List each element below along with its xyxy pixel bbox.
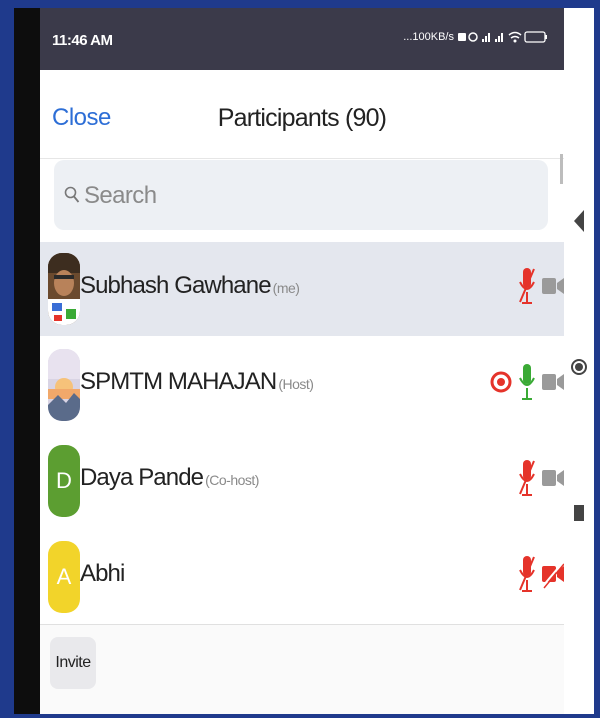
participant-name-text: SPMTM MAHAJAN [80,368,277,395]
participant-role: (Co-host) [205,472,259,488]
video-off-icon[interactable] [542,362,564,407]
record-icon [490,362,512,407]
home-nav-icon[interactable] [570,356,588,383]
participant-row[interactable]: A Abhi [40,530,564,624]
page-title: Participants (90) [217,104,387,132]
navigation-bar [564,8,594,714]
participant-name: Subhash Gawhane (me) [80,272,300,300]
device-bezel [14,8,40,714]
avatar [48,253,80,325]
search-bar[interactable] [54,160,548,230]
status-bar: 11:46 AM ...100KB/s [40,8,564,70]
frame-left-border [0,0,14,718]
participant-role: (Host) [278,376,314,392]
status-indicators: ...100KB/s [403,30,550,44]
frame-top-border [0,0,600,8]
participant-row[interactable]: SPMTM MAHAJAN (Host) [40,338,564,432]
frame-right-border [594,0,600,718]
participant-name: Daya Pande (Co-host) [80,464,259,492]
participant-name-text: Abhi [80,560,125,587]
status-icons [458,30,550,44]
video-off-icon[interactable] [542,266,564,311]
video-off-icon[interactable] [542,458,564,503]
avatar [48,349,80,421]
recents-nav-icon[interactable] [573,504,585,527]
participant-role: (me) [272,280,300,296]
scrollbar[interactable] [560,154,563,184]
footer-bar: Invite [40,624,564,714]
mic-icon[interactable] [518,362,536,407]
participant-status-icons [490,362,564,407]
participant-name-text: Subhash Gawhane [80,272,272,299]
mic-muted-icon[interactable] [518,266,536,311]
participant-name: Abhi [80,560,126,588]
mic-muted-icon[interactable] [518,458,536,503]
participant-status-icons [518,266,564,311]
avatar: A [48,541,80,613]
participant-status-icons [518,554,564,599]
video-muted-icon[interactable] [542,554,564,599]
participant-name: SPMTM MAHAJAN (Host) [80,368,314,396]
participant-row[interactable]: Subhash Gawhane (me) [40,242,564,336]
participant-status-icons [518,458,564,503]
back-nav-icon[interactable] [574,210,584,237]
participant-name-text: Daya Pande [80,464,204,491]
invite-button[interactable]: Invite [50,637,96,689]
status-time: 11:46 AM [52,32,113,49]
search-icon [64,186,80,209]
mic-muted-icon[interactable] [518,554,536,599]
participants-header: Close Participants (90) [40,70,564,159]
frame-bottom-border [0,714,600,718]
avatar: D [48,445,80,517]
search-input[interactable] [82,176,526,216]
phone-screen: 11:46 AM ...100KB/s Close Participants (… [40,8,564,714]
network-speed: ...100KB/s [403,31,454,43]
participant-row[interactable]: D Daya Pande (Co-host) [40,434,564,528]
